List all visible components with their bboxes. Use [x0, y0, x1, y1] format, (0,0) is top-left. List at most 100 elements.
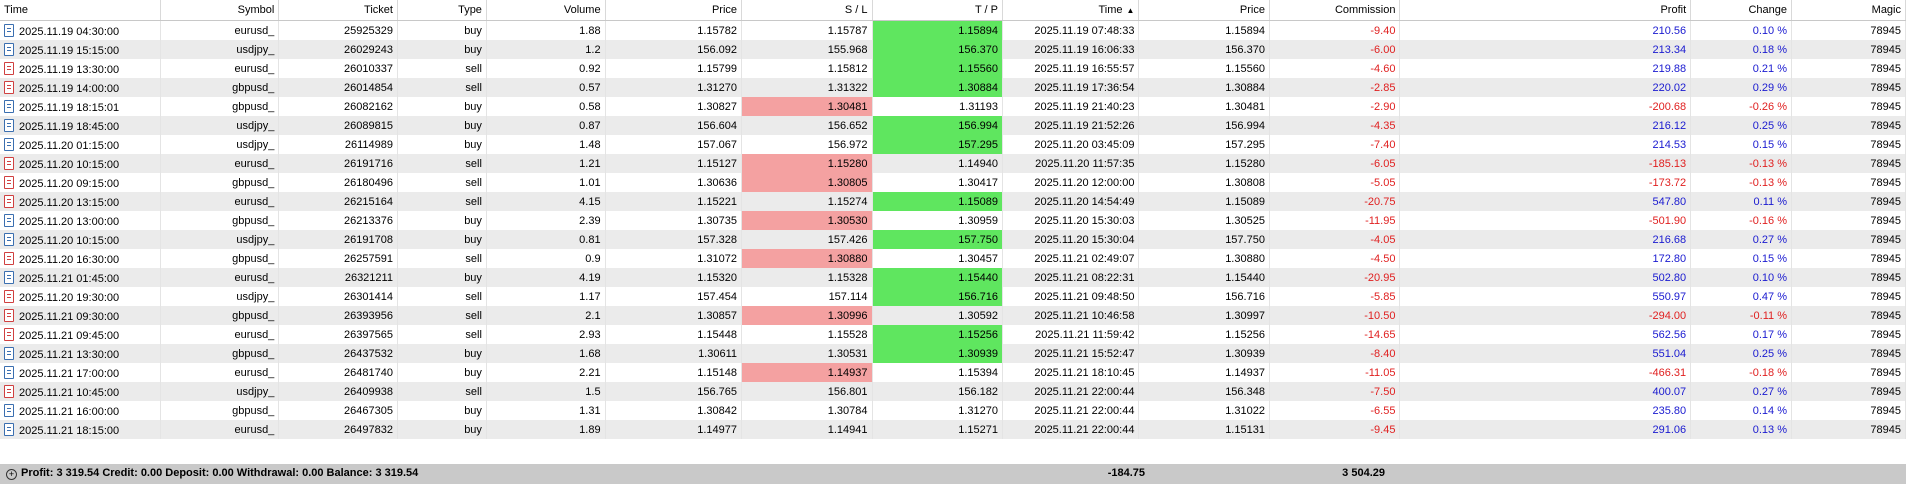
sl-value: 1.30481: [827, 100, 868, 113]
magic-value: 78945: [1870, 43, 1901, 56]
column-header-volume[interactable]: Volume: [486, 0, 606, 21]
cell-price: 1.30735: [605, 211, 743, 230]
table-row[interactable]: 2025.11.19 14:00:00 gbpusd_ 26014854 sell 0.…: [0, 78, 1906, 97]
column-header-sl[interactable]: S / L: [741, 0, 873, 21]
column-header-label: Ticket: [364, 4, 393, 16]
tp-value: 1.15256: [958, 328, 999, 341]
cell-sl: 1.15528: [741, 325, 873, 344]
profit-value: 214.53: [1652, 138, 1687, 151]
table-row[interactable]: 2025.11.20 01:15:00 usdjpy_ 26114989 buy 1.4…: [0, 135, 1906, 154]
table-row[interactable]: 2025.11.19 04:30:00 eurusd_ 25925329 buy 1.8…: [0, 20, 1906, 40]
volume-value: 0.57: [579, 81, 601, 94]
cell-magic: 78945: [1791, 135, 1906, 154]
close-time-value: 2025.11.19 16:55:57: [1034, 62, 1135, 75]
profit-value: -173.72: [1648, 176, 1687, 189]
commission-value: -20.75: [1364, 195, 1396, 208]
cell-sl: 1.30805: [741, 173, 873, 192]
column-header-ticket[interactable]: Ticket: [278, 0, 398, 21]
table-row[interactable]: 2025.11.19 15:15:00 usdjpy_ 26029243 buy 1.2…: [0, 40, 1906, 59]
cell-price: 1.31072: [605, 249, 743, 268]
table-row[interactable]: 2025.11.20 16:30:00 gbpusd_ 26257591 sell 0.…: [0, 249, 1906, 268]
close-price-value: 1.15280: [1225, 157, 1265, 170]
column-header-profit[interactable]: Profit: [1399, 0, 1692, 21]
table-row[interactable]: 2025.11.20 09:15:00 gbpusd_ 26180496 sell 1.…: [0, 173, 1906, 192]
tp-value: 1.30592: [958, 309, 999, 322]
cell-profit: 502.80: [1399, 268, 1692, 287]
commission-value: -2.85: [1370, 81, 1396, 94]
column-header-time[interactable]: Time: [0, 0, 161, 21]
time-value: 2025.11.21 01:45:00: [19, 272, 120, 285]
price-value: 1.30842: [697, 404, 738, 417]
column-header-commission[interactable]: Commission: [1269, 0, 1401, 21]
price-value: 1.30827: [697, 100, 738, 113]
sl-value: 1.30784: [827, 404, 868, 417]
ticket-value: 26497832: [344, 423, 393, 436]
table-row[interactable]: 2025.11.20 13:15:00 eurusd_ 26215164 sell 4.…: [0, 192, 1906, 211]
cell-sl: 1.15274: [741, 192, 873, 211]
price-value: 156.092: [697, 43, 738, 56]
table-row[interactable]: 2025.11.20 13:00:00 gbpusd_ 26213376 buy 2.3…: [0, 211, 1906, 230]
tp-value: 1.15271: [958, 423, 999, 436]
table-row[interactable]: 2025.11.21 01:45:00 eurusd_ 26321211 buy 4.1…: [0, 268, 1906, 287]
change-value: 0.15 %: [1752, 138, 1787, 151]
column-header-close-time[interactable]: Time ▲: [1002, 0, 1140, 21]
cell-change: 0.27 %: [1690, 230, 1792, 249]
column-header-magic[interactable]: Magic: [1791, 0, 1906, 21]
table-row[interactable]: 2025.11.21 18:15:00 eurusd_ 26497832 buy 1.8…: [0, 420, 1906, 439]
cell-profit: 550.97: [1399, 287, 1692, 306]
table-row[interactable]: 2025.11.19 18:45:00 usdjpy_ 26089815 buy 0.8…: [0, 116, 1906, 135]
type-value: buy: [464, 119, 482, 132]
table-row[interactable]: 2025.11.20 10:15:00 usdjpy_ 26191708 buy 0.8…: [0, 230, 1906, 249]
table-row[interactable]: 2025.11.21 17:00:00 eurusd_ 26481740 buy 2.2…: [0, 363, 1906, 382]
cell-price: 1.30842: [605, 401, 743, 420]
cell-ticket: 26089815: [278, 116, 398, 135]
cell-price: 1.30857: [605, 306, 743, 325]
commission-value: -8.40: [1370, 347, 1396, 360]
table-row[interactable]: 2025.11.19 18:15:01 gbpusd_ 26082162 buy 0.5…: [0, 97, 1906, 116]
sell-order-icon: [4, 80, 14, 94]
profit-value: 216.12: [1652, 119, 1687, 132]
column-header-type[interactable]: Type: [397, 0, 487, 21]
ticket-value: 26301414: [344, 290, 393, 303]
price-value: 1.14977: [697, 423, 738, 436]
table-row[interactable]: 2025.11.21 16:00:00 gbpusd_ 26467305 buy 1.3…: [0, 401, 1906, 420]
table-row[interactable]: 2025.11.20 10:15:00 eurusd_ 26191716 sell 1.…: [0, 154, 1906, 173]
cell-close-time: 2025.11.21 22:00:44: [1002, 382, 1140, 401]
column-header-tp[interactable]: T / P: [872, 0, 1004, 21]
type-value: buy: [464, 404, 482, 417]
symbol-value: usdjpy_: [236, 385, 275, 398]
cell-type: buy: [397, 420, 487, 439]
time-value: 2025.11.19 15:15:00: [19, 44, 120, 57]
cell-symbol: gbpusd_: [160, 97, 280, 116]
type-value: sell: [465, 328, 482, 341]
commission-total: -184.75: [1107, 467, 1145, 479]
column-header-change[interactable]: Change: [1690, 0, 1792, 21]
table-row[interactable]: 2025.11.21 09:45:00 eurusd_ 26397565 sell 2.…: [0, 325, 1906, 344]
column-header-close-price[interactable]: Price: [1138, 0, 1270, 21]
table-row[interactable]: 2025.11.21 13:30:00 gbpusd_ 26437532 buy 1.6…: [0, 344, 1906, 363]
table-row[interactable]: 2025.11.20 19:30:00 usdjpy_ 26301414 sell 1.…: [0, 287, 1906, 306]
cell-time: 2025.11.21 09:30:00: [0, 306, 161, 325]
time-value: 2025.11.21 09:30:00: [19, 310, 120, 323]
volume-value: 1.68: [579, 347, 601, 360]
table-row[interactable]: 2025.11.19 13:30:00 eurusd_ 26010337 sell 0.…: [0, 59, 1906, 78]
table-row[interactable]: 2025.11.21 09:30:00 gbpusd_ 26393956 sell 2.…: [0, 306, 1906, 325]
expand-icon[interactable]: +: [6, 469, 17, 480]
cell-type: sell: [397, 325, 487, 344]
cell-ticket: 26215164: [278, 192, 398, 211]
volume-value: 1.31: [579, 404, 601, 417]
cell-type: buy: [397, 97, 487, 116]
column-header-price[interactable]: Price: [605, 0, 743, 21]
time-value: 2025.11.20 13:15:00: [19, 196, 120, 209]
tp-value: 1.15089: [958, 195, 999, 208]
cell-close-price: 1.15089: [1138, 192, 1270, 211]
cell-profit: 213.34: [1399, 40, 1692, 59]
table-row[interactable]: 2025.11.21 10:45:00 usdjpy_ 26409938 sell 1.…: [0, 382, 1906, 401]
cell-tp: 1.15394: [872, 363, 1004, 382]
cell-volume: 1.17: [486, 287, 606, 306]
cell-symbol: usdjpy_: [160, 40, 280, 59]
column-header-symbol[interactable]: Symbol: [160, 0, 280, 21]
close-price-value: 1.30884: [1225, 81, 1265, 94]
cell-close-time: 2025.11.21 08:22:31: [1002, 268, 1140, 287]
time-value: 2025.11.20 19:30:00: [19, 291, 120, 304]
